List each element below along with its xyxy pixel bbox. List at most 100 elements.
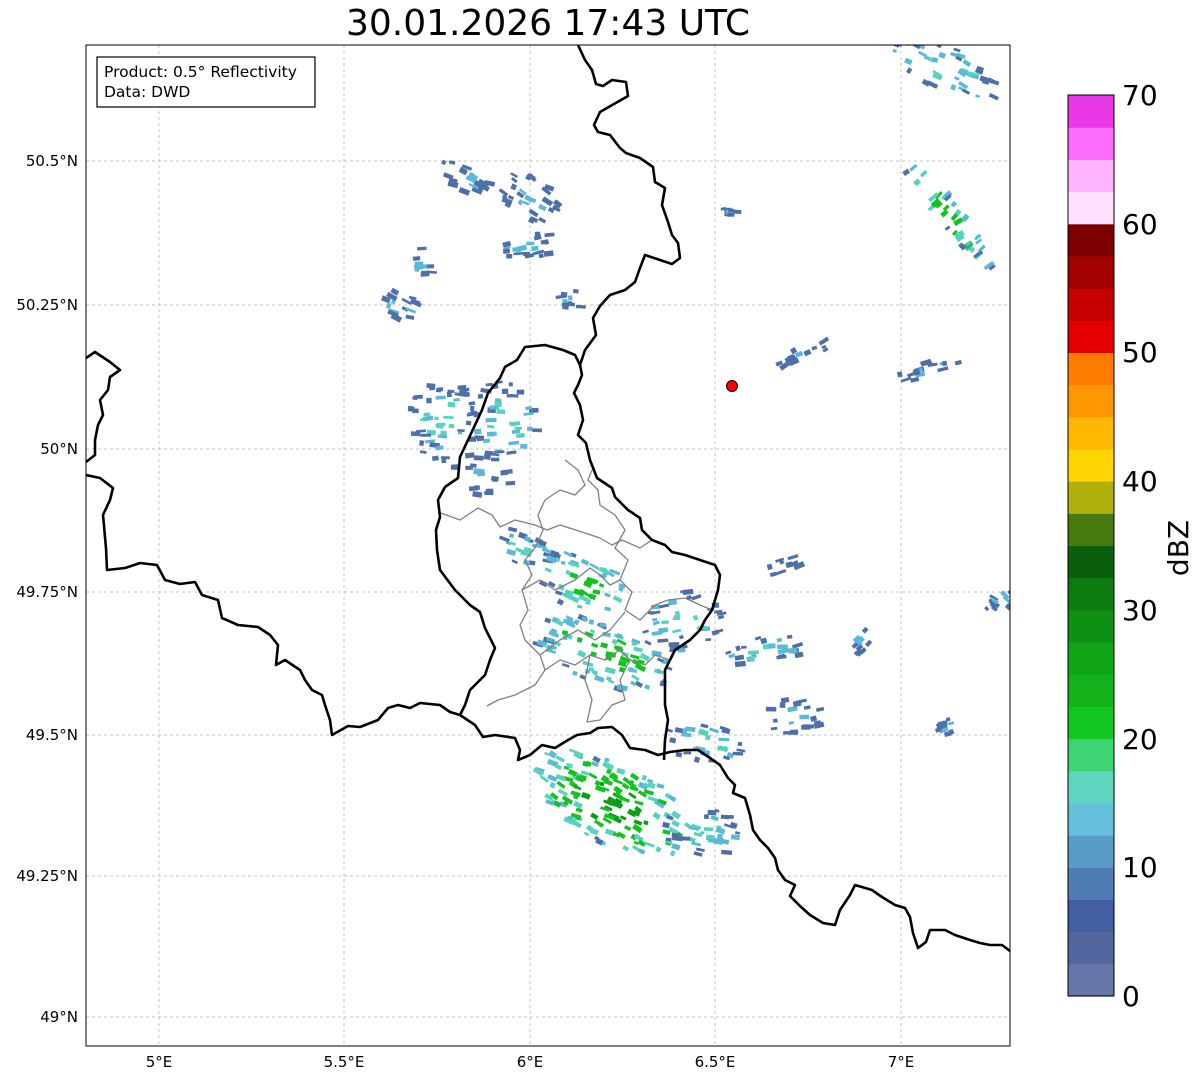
echo-pixel — [474, 435, 485, 440]
echo-pixel — [705, 638, 712, 642]
echo-pixel — [575, 304, 586, 309]
x-tick-label: 6.5°E — [695, 1053, 736, 1071]
echo-pixel — [683, 751, 692, 755]
echo-pixel — [508, 382, 513, 387]
colorbar-tick-label: 20 — [1122, 723, 1158, 756]
y-tick-label: 49.5°N — [26, 726, 78, 744]
echo-pixel — [419, 264, 428, 269]
y-tick-label: 50.25°N — [16, 296, 78, 314]
echo-pixel — [505, 480, 516, 486]
colorbar-band — [1068, 95, 1114, 128]
echo-pixel — [412, 256, 421, 261]
colorbar-band — [1068, 867, 1114, 901]
colorbar-bands — [1068, 95, 1114, 997]
colorbar-tick-label: 70 — [1122, 79, 1158, 112]
echo-pixel — [423, 412, 431, 417]
echo-pixel — [730, 834, 740, 841]
echo-pixel — [527, 426, 533, 432]
radar-site-marker — [726, 380, 738, 392]
colorbar-tick-label: 60 — [1122, 208, 1158, 241]
echo-pixel — [749, 656, 755, 662]
echo-pixel — [426, 397, 432, 404]
echo-pixel — [434, 416, 439, 421]
colorbar-band — [1068, 802, 1114, 836]
echo-pixel — [516, 389, 525, 395]
colorbar-band — [1068, 513, 1114, 547]
echo-pixel — [520, 444, 528, 449]
colorbar-tick-label: 50 — [1122, 336, 1158, 369]
y-tick-label: 50.5°N — [26, 152, 78, 170]
echo-pixel — [464, 452, 475, 459]
info-box: Product: 0.5° Reflectivity Data: DWD — [96, 56, 316, 108]
echo-pixel — [431, 455, 439, 462]
echo-pixel — [717, 833, 723, 840]
colorbar-band — [1068, 706, 1114, 740]
echo-pixel — [448, 423, 455, 429]
echo-pixel — [532, 428, 543, 433]
echo-pixel — [419, 440, 425, 447]
y-tick-label: 49.75°N — [16, 583, 78, 601]
echo-pixel — [699, 831, 705, 835]
info-product-text: Product: 0.5° Reflectivity — [104, 63, 297, 81]
echo-pixel — [420, 272, 428, 277]
echo-pixel — [420, 433, 432, 437]
colorbar-band — [1068, 191, 1114, 225]
echo-pixel — [447, 402, 456, 408]
echo-pixel — [890, 38, 900, 44]
echo-pixel — [435, 395, 446, 400]
echo-pixel — [470, 405, 475, 411]
y-tick-label: 50°N — [40, 440, 78, 458]
echo-pixel — [506, 394, 513, 398]
colorbar-band — [1068, 384, 1114, 418]
echo-pixel — [682, 728, 688, 734]
colorbar-band — [1068, 931, 1114, 965]
colorbar-ticks: 0 10 20 30 40 50 60 70 — [1122, 79, 1158, 1013]
echo-pixel — [703, 814, 709, 820]
colorbar-band — [1068, 642, 1114, 675]
colorbar-band — [1068, 899, 1114, 933]
echo-pixel — [516, 432, 525, 438]
colorbar-band — [1068, 738, 1114, 772]
echo-pixel — [732, 751, 744, 756]
colorbar-band — [1068, 835, 1114, 868]
echo-pixel — [465, 420, 472, 426]
echo-pixel — [490, 457, 500, 462]
colorbar: 0 10 20 30 40 50 60 70 dBZ — [1067, 79, 1195, 1013]
echo-pixel — [942, 360, 948, 367]
echo-pixel — [737, 741, 743, 747]
echo-pixel — [483, 453, 491, 460]
echo-pixel — [768, 643, 776, 649]
echo-pixel — [543, 250, 554, 257]
colorbar-band — [1068, 770, 1114, 804]
echo-pixel — [668, 641, 680, 647]
echo-pixel — [718, 737, 730, 742]
echo-pixel — [788, 647, 798, 654]
echo-pixel — [629, 667, 635, 673]
x-tick-label: 6°E — [517, 1053, 544, 1071]
echo-pixel — [494, 450, 505, 454]
y-axis: 50.5°N 50.25°N 50°N 49.75°N 49.5°N 49.25… — [16, 152, 78, 1026]
colorbar-band — [1068, 963, 1114, 997]
echo-pixel — [441, 456, 450, 460]
colorbar-band — [1068, 416, 1114, 450]
echo-pixel — [573, 288, 579, 294]
colorbar-tick-label: 0 — [1122, 980, 1140, 1013]
echo-pixel — [727, 212, 735, 217]
echo-pixel — [473, 455, 484, 461]
colorbar-tick-label: 10 — [1122, 851, 1158, 884]
echo-pixel — [652, 618, 658, 622]
echo-pixel — [748, 650, 759, 655]
x-tick-label: 5.5°E — [324, 1053, 365, 1071]
colorbar-band — [1068, 481, 1114, 514]
colorbar-band — [1068, 577, 1114, 611]
echo-pixel — [665, 837, 672, 842]
colorbar-band — [1068, 674, 1114, 707]
echo-pixel — [484, 491, 494, 496]
colorbar-label: dBZ — [1162, 520, 1195, 576]
echo-pixel — [407, 406, 414, 412]
echo-pixel — [410, 431, 421, 437]
colorbar-band — [1068, 352, 1114, 386]
y-tick-label: 49°N — [40, 1008, 78, 1026]
echo-pixel — [560, 291, 568, 297]
info-source-text: Data: DWD — [104, 83, 190, 101]
